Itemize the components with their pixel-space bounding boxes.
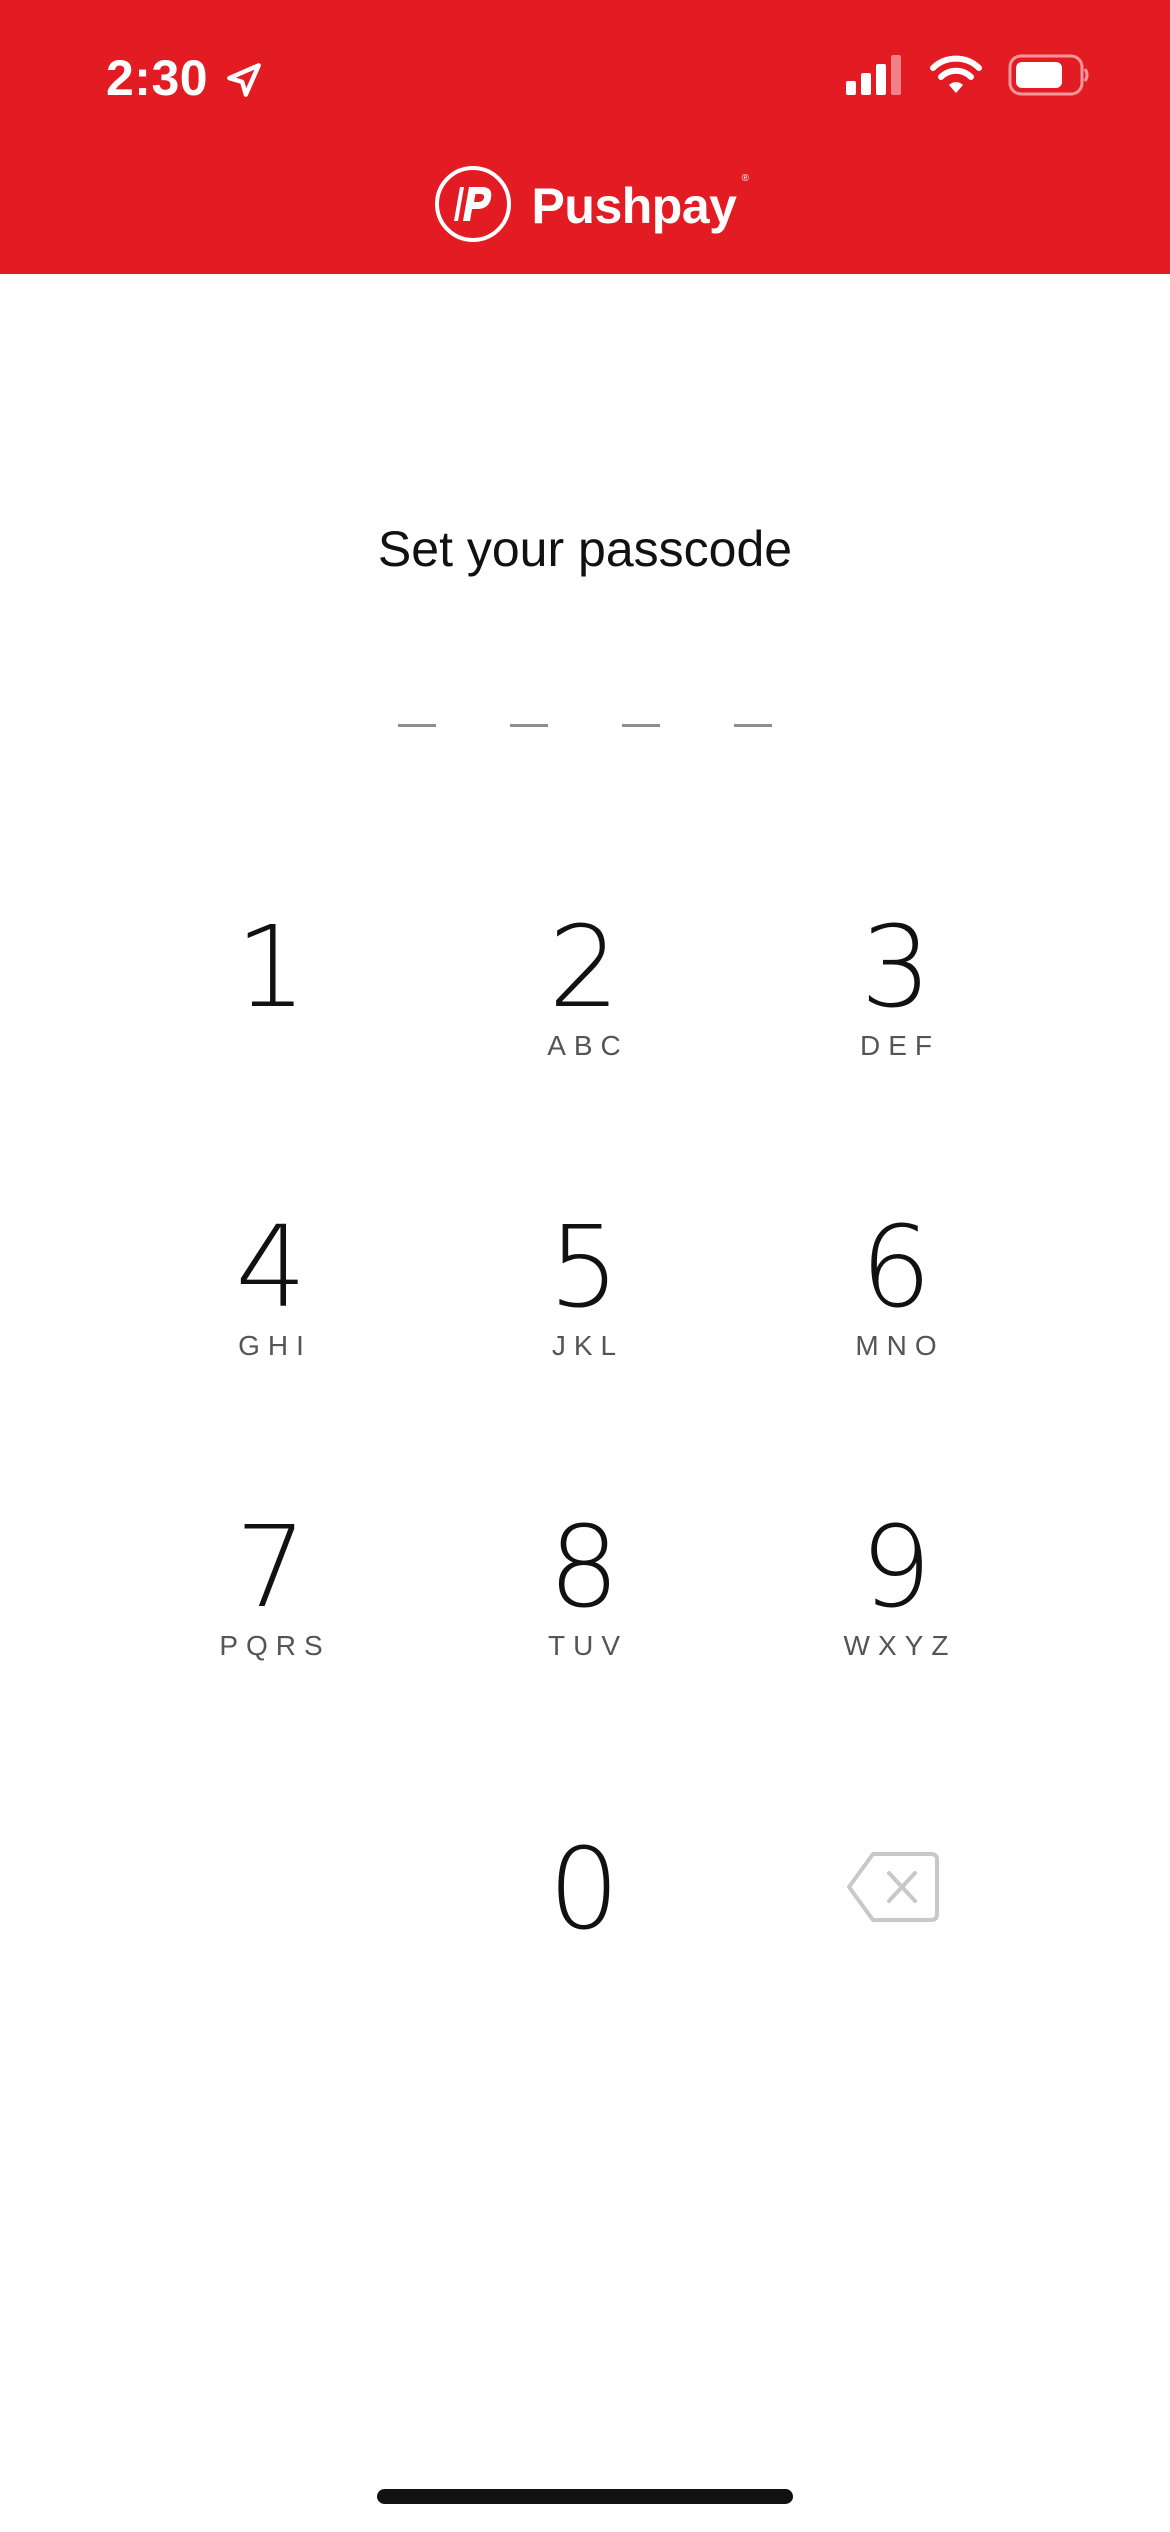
key-digit: 7 <box>235 1503 307 1633</box>
wifi-icon <box>930 55 982 100</box>
key-digit: 2 <box>548 903 620 1033</box>
key-letters: TUV <box>548 1630 628 1661</box>
brand-name-text: Pushpay <box>531 178 737 234</box>
key-6[interactable]: 6 MNO <box>786 1212 1006 1412</box>
cellular-signal-icon <box>846 54 904 100</box>
key-3[interactable]: 3 DEF <box>786 912 1006 1112</box>
battery-icon <box>1008 54 1090 101</box>
key-digit: 5 <box>548 1203 620 1333</box>
key-digit: 1 <box>235 903 307 1033</box>
brand-name: Pushpay ® <box>531 173 749 235</box>
key-4[interactable]: 4 GHI <box>161 1212 381 1412</box>
key-digit: 4 <box>235 1203 307 1333</box>
key-digit: 8 <box>548 1503 620 1633</box>
key-9[interactable]: 9 WXYZ <box>786 1512 1006 1712</box>
status-time-text: 2:30 <box>106 50 209 106</box>
key-letters: ABC <box>547 1030 629 1061</box>
key-digit: 3 <box>860 903 932 1033</box>
key-digit: 9 <box>860 1503 932 1633</box>
home-indicator[interactable] <box>377 2489 793 2504</box>
key-digit: 6 <box>860 1203 932 1333</box>
page-title: Set your passcode <box>377 521 793 577</box>
key-1[interactable]: 1 <box>161 912 381 1112</box>
key-0[interactable]: 0 <box>474 1834 694 2034</box>
app-header: 2:30 Pushpay ® <box>0 0 1170 274</box>
passcode-slot <box>622 724 660 727</box>
passcode-slot <box>398 724 436 727</box>
key-digit: 0 <box>548 1825 620 1955</box>
key-letters: GHI <box>238 1330 312 1361</box>
passcode-slot <box>734 724 772 727</box>
status-icons <box>846 52 1090 102</box>
key-letters: WXYZ <box>843 1630 957 1661</box>
brand-lockup: Pushpay ® <box>0 165 1170 248</box>
key-7[interactable]: 7 PQRS <box>161 1512 381 1712</box>
registered-mark: ® <box>741 173 749 184</box>
key-letters: JKL <box>551 1330 625 1361</box>
key-8[interactable]: 8 TUV <box>474 1512 694 1712</box>
key-letters: DEF <box>860 1030 940 1061</box>
key-letters: MNO <box>855 1330 945 1361</box>
pushpay-logo-icon <box>434 165 512 248</box>
passcode-slot <box>510 724 548 727</box>
key-letters: PQRS <box>219 1630 331 1661</box>
location-arrow-icon <box>222 56 266 100</box>
delete-left-icon <box>845 1852 941 1928</box>
backspace-button[interactable] <box>845 1850 941 1924</box>
key-5[interactable]: 5 JKL <box>474 1212 694 1412</box>
key-2[interactable]: 2 ABC <box>474 912 694 1112</box>
status-time: 2:30 <box>106 44 266 112</box>
passcode-screen: 2:30 Pushpay ® Set your passcode 1 2 ABC… <box>0 0 1170 2532</box>
passcode-indicator <box>0 724 1170 727</box>
